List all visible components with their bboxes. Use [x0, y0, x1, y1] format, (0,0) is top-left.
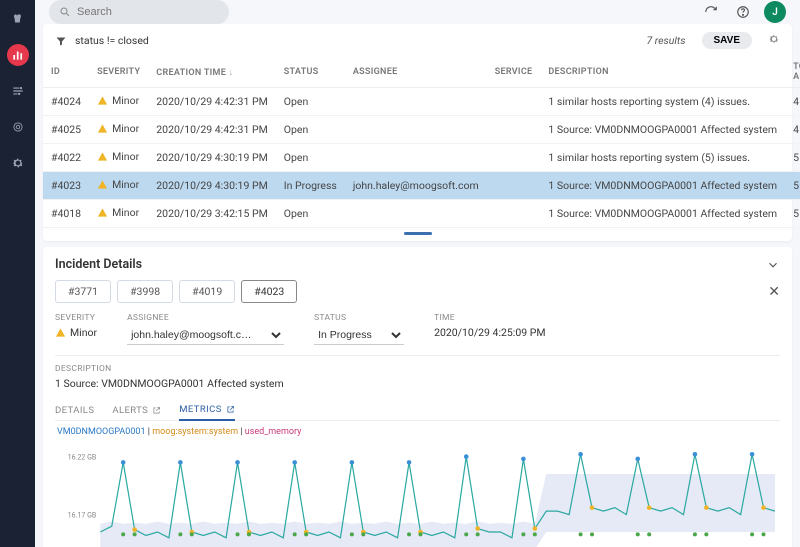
label-severity: SEVERITY [55, 313, 97, 323]
refresh-icon[interactable] [700, 1, 722, 23]
col-total-alerts[interactable]: TOTAL ALERTS [785, 57, 800, 88]
save-button[interactable]: SAVE [702, 32, 753, 49]
subtab-alerts[interactable]: ALERTS [112, 400, 161, 420]
table-row[interactable]: #4018Minor2020/10/29 3:42:15 PMOpen1 Sou… [43, 200, 800, 228]
results-count: 7 results [647, 34, 686, 47]
search-input[interactable] [77, 6, 219, 18]
incident-tab[interactable]: #4019 [179, 280, 235, 303]
filter-expression[interactable]: status != closed [75, 34, 149, 47]
side-nav [0, 0, 35, 547]
table-row[interactable]: #4024Minor2020/10/29 4:42:31 PMOpen1 sim… [43, 88, 800, 116]
nav-incidents-icon[interactable] [7, 44, 29, 66]
field-time: 2020/10/29 4:25:09 PM [434, 326, 545, 339]
field-description: 1 Source: VM0DNMOOGPA0001 Affected syste… [55, 377, 780, 390]
label-status: STATUS [314, 313, 404, 323]
search-icon [59, 6, 71, 18]
table-row[interactable]: #4022Minor2020/10/29 4:30:19 PMOpen1 sim… [43, 144, 800, 172]
avatar[interactable]: J [764, 1, 786, 23]
col-id[interactable]: ID [43, 57, 89, 88]
incidents-table: ID SEVERITY CREATION TIME ↓ STATUS ASSIG… [43, 57, 800, 228]
col-creation-time[interactable]: CREATION TIME ↓ [148, 57, 275, 88]
svg-text:16.22 GB: 16.22 GB [68, 453, 97, 462]
filter-icon[interactable] [55, 35, 67, 47]
nav-logo-icon[interactable] [7, 8, 29, 30]
incident-tab[interactable]: #4023 [241, 280, 297, 303]
label-description: DESCRIPTION [55, 364, 780, 374]
col-status[interactable]: STATUS [276, 57, 345, 88]
label-time: TIME [434, 313, 545, 323]
table-settings-icon[interactable] [768, 33, 780, 48]
label-assignee: ASSIGNEE [127, 313, 284, 323]
collapse-icon[interactable] [766, 258, 780, 272]
svg-text:16.17 GB: 16.17 GB [68, 511, 97, 520]
search-box[interactable] [49, 0, 229, 24]
field-severity: Minor [55, 326, 97, 339]
topbar: J [35, 0, 800, 24]
filter-row: status != closed 7 results SAVE [43, 24, 792, 57]
external-icon [226, 405, 235, 414]
chart-legend: VM0DNMOOGPA0001 | moog:system:system | u… [57, 427, 780, 437]
incident-tabs: #3771 #3998 #4019 #4023 ✕ [55, 280, 780, 303]
field-assignee[interactable]: john.haley@moogsoft.c… [127, 326, 284, 345]
external-icon [152, 406, 161, 415]
col-description[interactable]: DESCRIPTION [540, 57, 785, 88]
nav-tune-icon[interactable] [7, 80, 29, 102]
nav-settings-icon[interactable] [7, 152, 29, 174]
table-row[interactable]: #4023Minor2020/10/29 4:30:19 PMIn Progre… [43, 172, 800, 200]
col-assignee[interactable]: ASSIGNEE [345, 57, 487, 88]
incident-tab[interactable]: #3998 [117, 280, 173, 303]
table-row[interactable]: #4025Minor2020/10/29 4:42:31 PMOpen1 Sou… [43, 116, 800, 144]
close-icon[interactable]: ✕ [768, 284, 780, 300]
details-title: Incident Details [55, 257, 766, 272]
field-status[interactable]: In Progress [314, 326, 404, 345]
subtab-metrics[interactable]: METRICS [179, 400, 235, 421]
nav-target-icon[interactable] [7, 116, 29, 138]
incident-tab[interactable]: #3771 [55, 280, 111, 303]
metrics-chart[interactable]: 16.13 GB16.17 GB16.22 GB3:46:01 PM4:00:5… [55, 439, 780, 547]
col-service[interactable]: SERVICE [487, 57, 541, 88]
col-severity[interactable]: SEVERITY [89, 57, 148, 88]
subtab-details[interactable]: DETAILS [55, 400, 94, 420]
help-icon[interactable] [732, 1, 754, 23]
resize-handle[interactable] [43, 228, 792, 241]
